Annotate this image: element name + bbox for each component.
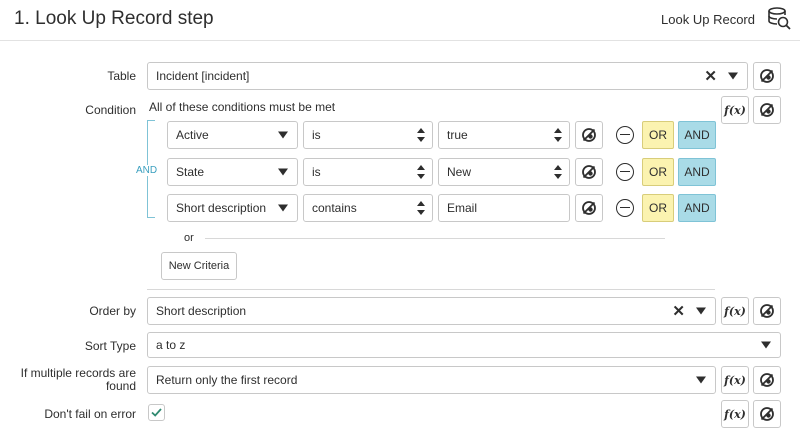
sort-type-label: Sort Type xyxy=(84,339,136,353)
dont-fail-label: Don't fail on error xyxy=(44,407,136,421)
and-button[interactable]: AND xyxy=(678,194,716,222)
data-pill-picker-button[interactable] xyxy=(753,62,781,90)
checkmark-icon xyxy=(151,408,162,417)
condition-label: Condition xyxy=(85,103,136,117)
condition-field-select[interactable]: State xyxy=(167,158,298,186)
condition-operator-select[interactable]: contains xyxy=(303,194,433,222)
chevron-down-icon xyxy=(278,204,288,212)
chevron-down-icon xyxy=(278,168,288,176)
multiple-records-label-line2: found xyxy=(105,379,136,393)
group-operator-label: AND xyxy=(134,165,160,176)
data-pill-icon xyxy=(760,304,774,318)
data-pill-icon xyxy=(760,373,774,387)
chevron-down-icon[interactable] xyxy=(696,307,706,315)
sort-type-select[interactable]: a to z xyxy=(147,332,781,358)
data-pill-icon xyxy=(760,69,774,83)
select-arrows-icon xyxy=(417,128,425,142)
remove-condition-icon[interactable] xyxy=(616,163,634,181)
script-button[interactable]: f(x) xyxy=(721,297,749,325)
condition-field-select[interactable]: Active xyxy=(167,121,298,149)
data-pill-picker-button[interactable] xyxy=(575,158,603,186)
select-arrows-icon xyxy=(554,165,562,179)
condition-value-input[interactable]: Email xyxy=(438,194,570,222)
data-pill-picker-button[interactable] xyxy=(753,400,781,428)
data-pill-icon xyxy=(582,128,596,142)
order-by-select[interactable]: Short description ✕ xyxy=(147,297,716,325)
condition-field-select[interactable]: Short description xyxy=(167,194,298,222)
data-pill-picker-button[interactable] xyxy=(575,121,603,149)
select-arrows-icon xyxy=(554,128,562,142)
multiple-records-select[interactable]: Return only the first record xyxy=(147,366,716,394)
multiple-records-value: Return only the first record xyxy=(156,373,298,387)
condition-value: New xyxy=(447,165,472,179)
data-pill-picker-button[interactable] xyxy=(753,366,781,394)
condition-value-select[interactable]: New xyxy=(438,158,570,186)
select-arrows-icon xyxy=(417,201,425,215)
select-arrows-icon xyxy=(417,165,425,179)
chevron-down-icon xyxy=(761,341,771,349)
or-button[interactable]: OR xyxy=(642,121,674,149)
section-divider xyxy=(147,289,715,290)
new-criteria-button[interactable]: New Criteria xyxy=(161,252,237,280)
clear-icon[interactable]: ✕ xyxy=(704,67,717,85)
data-pill-icon xyxy=(582,201,596,215)
data-pill-picker-button[interactable] xyxy=(575,194,603,222)
and-button[interactable]: AND xyxy=(678,121,716,149)
order-by-value: Short description xyxy=(156,304,247,318)
condition-field-value: Active xyxy=(176,128,209,142)
chevron-down-icon xyxy=(278,131,288,139)
table-label: Table xyxy=(107,69,136,83)
data-pill-picker-button[interactable] xyxy=(753,96,781,124)
order-by-label: Order by xyxy=(89,304,136,318)
or-separator-label: or xyxy=(184,232,194,244)
remove-condition-icon[interactable] xyxy=(616,199,634,217)
function-icon: f(x) xyxy=(724,373,746,387)
condition-operator-value: is xyxy=(312,128,321,142)
dont-fail-checkbox[interactable] xyxy=(148,404,165,421)
condition-operator-value: contains xyxy=(312,201,357,215)
step-type-label: Look Up Record xyxy=(661,12,755,27)
condition-value: Email xyxy=(447,201,478,215)
function-icon: f(x) xyxy=(724,407,746,421)
script-button[interactable]: f(x) xyxy=(721,96,749,124)
step-title: 1. Look Up Record step xyxy=(14,8,214,29)
and-button[interactable]: AND xyxy=(678,158,716,186)
condition-value: true xyxy=(447,128,468,142)
function-icon: f(x) xyxy=(724,103,746,117)
clear-icon[interactable]: ✕ xyxy=(672,302,685,320)
function-icon: f(x) xyxy=(724,304,746,318)
condition-operator-select[interactable]: is xyxy=(303,158,433,186)
chevron-down-icon[interactable] xyxy=(728,72,738,80)
sort-type-value: a to z xyxy=(156,338,186,352)
database-search-icon xyxy=(768,7,791,30)
table-select[interactable]: Incident [incident] ✕ xyxy=(147,62,748,90)
script-button[interactable]: f(x) xyxy=(721,366,749,394)
table-value: Incident [incident] xyxy=(156,69,250,83)
step-header: 1. Look Up Record step Look Up Record xyxy=(0,0,800,41)
condition-value-select[interactable]: true xyxy=(438,121,570,149)
or-separator-line xyxy=(205,238,665,239)
condition-operator-value: is xyxy=(312,165,321,179)
chevron-down-icon xyxy=(696,376,706,384)
data-pill-picker-button[interactable] xyxy=(753,297,781,325)
condition-field-value: State xyxy=(176,165,205,179)
condition-field-value: Short description xyxy=(176,201,267,215)
remove-condition-icon[interactable] xyxy=(616,126,634,144)
data-pill-icon xyxy=(760,407,774,421)
or-button[interactable]: OR xyxy=(642,158,674,186)
or-button[interactable]: OR xyxy=(642,194,674,222)
data-pill-icon xyxy=(760,103,774,117)
data-pill-icon xyxy=(582,165,596,179)
script-button[interactable]: f(x) xyxy=(721,400,749,428)
condition-description: All of these conditions must be met xyxy=(149,100,336,114)
condition-operator-select[interactable]: is xyxy=(303,121,433,149)
multiple-records-label: If multiple records are found xyxy=(8,367,136,393)
